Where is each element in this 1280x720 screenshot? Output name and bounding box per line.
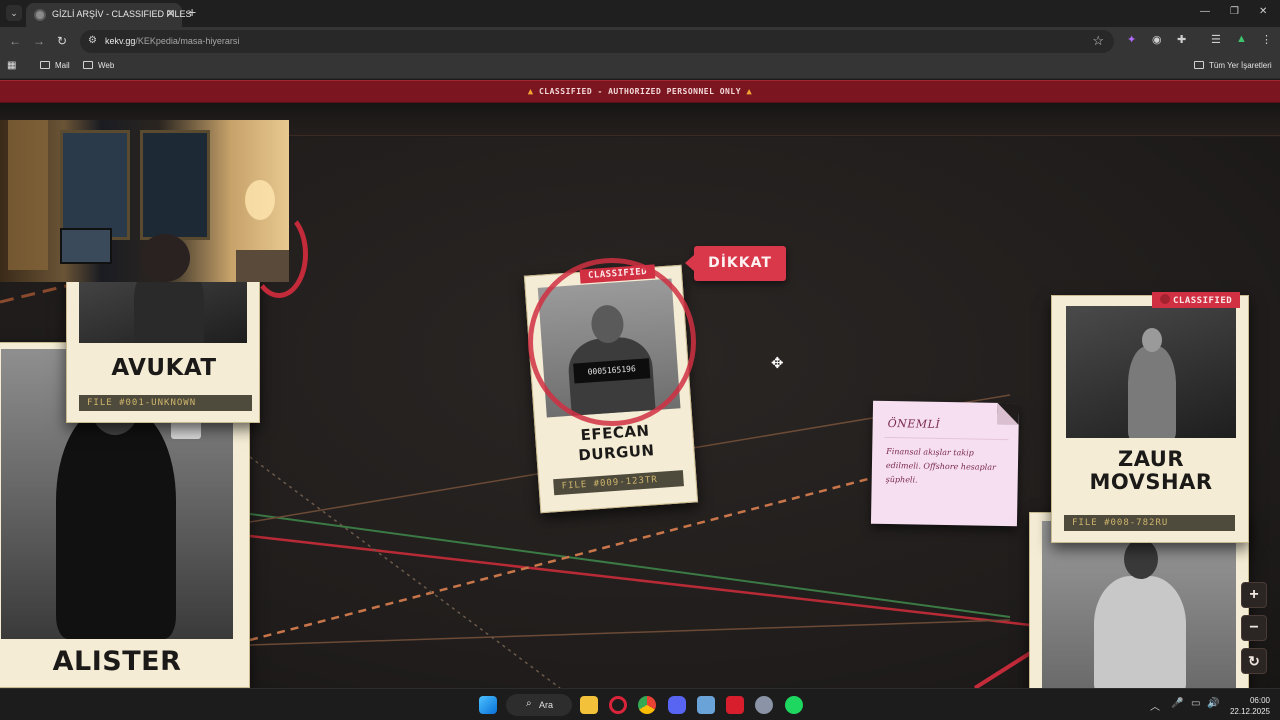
sticky-note[interactable]: ÖNEMLİ Finansal akışlar takip edilmeli. … [870, 400, 1020, 527]
string-orange-left [0, 283, 71, 304]
classified-tag: CLASSIFIED [1152, 292, 1241, 308]
url-host: kekv.gg [105, 36, 136, 46]
suspect-name: AVUKAT [111, 355, 217, 381]
move-cursor-icon: ✥ [771, 355, 784, 372]
suspect-photo [1066, 306, 1236, 438]
page-content: ▲ CLASSIFIED - AUTHORIZED PERSONNEL ONLY… [0, 80, 1280, 688]
person [140, 234, 190, 282]
folder-icon [83, 61, 93, 69]
bookmarks-bar: ▦ Mail Web Tüm Yer İşaretleri [0, 56, 1280, 79]
app-icon[interactable] [726, 696, 744, 714]
lamp [245, 180, 275, 220]
search-icon: ⌕ [526, 698, 532, 709]
note-body: Finansal akışlar takip edilmeli. Offshor… [885, 446, 996, 485]
zoom-in-button[interactable]: + [1241, 582, 1267, 608]
microphone-icon[interactable]: 🎤 [1171, 698, 1183, 709]
string-brown-2 [249, 619, 1011, 646]
reset-view-button[interactable]: ↻ [1241, 648, 1267, 674]
display-icon[interactable]: ▭ [1191, 698, 1200, 709]
all-bookmarks-button[interactable]: Tüm Yer İşaretleri [1194, 61, 1272, 70]
string-red-2 [973, 648, 1037, 688]
reload-button[interactable]: ↻ [57, 34, 67, 48]
window [140, 130, 210, 240]
tab-active[interactable]: GİZLİ ARŞİV - CLASSIFIED FILES ✕ [26, 3, 192, 27]
dikkat-tag: DİKKAT [685, 246, 786, 281]
suspect-name: ZAUR MOVSHAR [1089, 447, 1213, 494]
taskbar-search[interactable]: ⌕ Ara [506, 694, 572, 716]
back-button[interactable]: ← [9, 34, 21, 48]
suspect-card-zaur[interactable]: ZAUR MOVSHAR FILE #008-782RU [1051, 295, 1249, 543]
suspect-photo [1042, 521, 1236, 688]
file-number: FILE #008-782RU [1064, 515, 1235, 531]
tab-search-button[interactable]: ⌄ [6, 5, 22, 21]
new-tab-button[interactable]: + [188, 4, 196, 20]
note-title: ÖNEMLİ [887, 416, 941, 431]
file-explorer-icon[interactable] [580, 696, 598, 714]
red-circle-marker [528, 258, 696, 426]
monitor [60, 228, 112, 264]
zoom-out-button[interactable]: − [1241, 615, 1267, 641]
discord-icon[interactable] [668, 696, 686, 714]
browser-toolbar: ← → ↻ ⚙ kekv.gg/KEKpedia/masa-hiyerarsi … [0, 27, 1280, 56]
bookmark-folder-web[interactable]: Web [83, 61, 114, 70]
chrome-icon[interactable] [638, 696, 656, 714]
extension-icon[interactable]: ✦ [1127, 33, 1136, 46]
folder-icon [1194, 61, 1204, 69]
string-red [249, 534, 1031, 627]
bookmark-star-icon[interactable]: ☆ [1092, 33, 1104, 49]
folder-icon [40, 61, 50, 69]
string-green [249, 513, 1011, 618]
window-close-button[interactable]: ✕ [1259, 6, 1267, 17]
start-icon[interactable] [479, 696, 497, 714]
opera-icon[interactable] [609, 696, 627, 714]
screenshot-icon[interactable]: ◉ [1152, 33, 1162, 46]
minimize-button[interactable]: — [1200, 6, 1210, 17]
apps-grid-icon[interactable]: ▦ [7, 60, 16, 71]
taskbar: ⌕ Ara ︿ 🎤 ▭ 🔊 06:00 22.12.2025 [0, 688, 1280, 720]
bookmark-folder-mail[interactable]: Mail [40, 61, 70, 70]
media-control-icon[interactable]: ☰ [1211, 33, 1221, 46]
profile-icon[interactable]: ▲ [1236, 33, 1247, 45]
spotify-icon[interactable] [785, 696, 803, 714]
webcam-overlay [0, 120, 289, 282]
address-bar[interactable]: ⚙ kekv.gg/KEKpedia/masa-hiyerarsi ☆ [80, 30, 1114, 53]
file-number: FILE #009-123TR [553, 470, 684, 496]
settings-icon[interactable] [755, 696, 773, 714]
extensions-puzzle-icon[interactable]: ✚ [1177, 33, 1186, 46]
forward-button[interactable]: → [33, 34, 45, 48]
close-icon[interactable]: ✕ [166, 7, 175, 20]
menu-kebab-icon[interactable]: ⋮ [1261, 33, 1272, 46]
pin-icon [1160, 294, 1170, 304]
file-number: FILE #001-UNKNOWN [79, 395, 252, 411]
suspect-name: ALISTER [52, 646, 182, 677]
favicon-icon [34, 9, 46, 21]
restore-button[interactable]: ❐ [1230, 6, 1239, 17]
app-icon[interactable] [697, 696, 715, 714]
window [60, 130, 130, 240]
site-info-icon[interactable]: ⚙ [88, 35, 97, 46]
chevron-up-icon[interactable]: ︿ [1150, 698, 1160, 713]
tab-strip: ⌄ GİZLİ ARŞİV - CLASSIFIED FILES ✕ + — ❐… [0, 0, 1280, 27]
clock[interactable]: 06:00 22.12.2025 [1226, 695, 1270, 717]
volume-icon[interactable]: 🔊 [1207, 698, 1219, 709]
url-path: /KEKpedia/masa-hiyerarsi [135, 36, 240, 46]
